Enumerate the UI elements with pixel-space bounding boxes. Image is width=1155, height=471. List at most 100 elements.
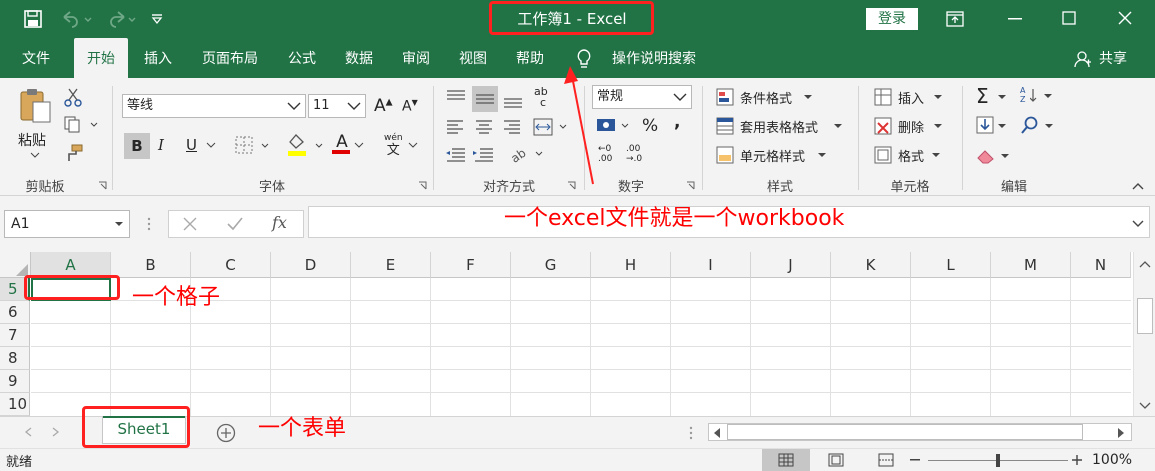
row-header-7[interactable]: 7 xyxy=(0,324,30,347)
font-launcher-icon[interactable] xyxy=(418,181,428,191)
page-break-view-icon[interactable] xyxy=(878,453,894,467)
cell-styles-icon[interactable] xyxy=(716,146,734,164)
zoom-slider-thumb[interactable] xyxy=(996,454,1000,467)
bold-button[interactable]: B xyxy=(124,133,150,159)
worksheet-grid[interactable]: A B C D E F G H I J K L M N 5 6 7 8 9 10 xyxy=(0,252,1155,416)
scroll-left-icon[interactable] xyxy=(713,428,721,438)
row-header-10[interactable]: 10 xyxy=(0,393,30,416)
font-size-select[interactable]: 11 xyxy=(308,94,366,118)
column-header-d[interactable]: D xyxy=(271,252,351,278)
format-as-table-icon[interactable] xyxy=(716,117,734,135)
find-select-icon[interactable] xyxy=(1020,116,1056,136)
tab-page-layout[interactable]: 页面布局 xyxy=(190,38,270,78)
undo-icon[interactable] xyxy=(60,10,94,28)
shrink-font-button[interactable]: A▼ xyxy=(402,98,418,115)
paste-icon[interactable] xyxy=(18,86,52,126)
italic-button[interactable]: I xyxy=(158,136,164,154)
column-header-c[interactable]: C xyxy=(191,252,271,278)
orientation-icon[interactable]: ab xyxy=(510,144,546,164)
cell-styles-button[interactable]: 单元格样式 xyxy=(740,146,805,165)
tab-data[interactable]: 数据 xyxy=(334,38,384,78)
copy-icon[interactable] xyxy=(64,116,100,134)
maximize-icon[interactable] xyxy=(1062,11,1076,25)
cancel-entry-icon[interactable] xyxy=(182,216,198,232)
insert-cells-dropdown-icon[interactable] xyxy=(934,95,942,100)
row-header-9[interactable]: 9 xyxy=(0,370,30,393)
column-header-k[interactable]: K xyxy=(831,252,911,278)
cell-styles-dropdown-icon[interactable] xyxy=(818,153,826,158)
indent-icons[interactable] xyxy=(444,146,508,164)
column-header-h[interactable]: H xyxy=(591,252,671,278)
paste-label[interactable]: 粘贴 xyxy=(18,130,46,150)
fill-color-icon[interactable] xyxy=(286,132,326,158)
fill-down-icon[interactable] xyxy=(976,116,1008,136)
conditional-formatting-icon[interactable] xyxy=(716,88,734,106)
scroll-up-icon[interactable] xyxy=(1139,260,1151,268)
tab-file[interactable]: 文件 xyxy=(10,38,62,78)
tab-review[interactable]: 审阅 xyxy=(392,38,440,78)
next-sheet-icon[interactable] xyxy=(52,427,60,437)
save-icon[interactable] xyxy=(24,10,42,28)
font-color-button[interactable]: A xyxy=(332,132,352,154)
zoom-in-icon[interactable] xyxy=(1072,455,1082,465)
expand-formula-bar-icon[interactable] xyxy=(1132,220,1144,228)
format-as-table-button[interactable]: 套用表格格式 xyxy=(740,117,818,136)
font-color-dropdown-icon[interactable] xyxy=(354,142,364,148)
delete-cells-button[interactable]: 删除 xyxy=(898,117,924,136)
name-box[interactable]: A1 xyxy=(4,210,130,238)
column-header-e[interactable]: E xyxy=(351,252,431,278)
decrease-decimal-button[interactable]: .00 →.0 xyxy=(626,144,642,164)
clear-icon[interactable] xyxy=(976,146,1012,166)
horizontal-align-icons[interactable] xyxy=(444,118,530,136)
customize-toolbar-icon[interactable] xyxy=(150,12,164,26)
delete-cells-dropdown-icon[interactable] xyxy=(934,124,942,129)
row-header-8[interactable]: 8 xyxy=(0,347,30,370)
underline-dropdown-icon[interactable] xyxy=(206,142,216,148)
login-button[interactable]: 登录 xyxy=(866,8,918,30)
phonetic-button[interactable]: wén 文 xyxy=(384,133,403,158)
wrap-text-button[interactable]: ab c xyxy=(534,86,548,108)
scroll-right-icon[interactable] xyxy=(1117,428,1125,438)
minimize-icon[interactable] xyxy=(1008,18,1022,20)
percent-button[interactable]: % xyxy=(642,116,658,136)
accounting-format-icon[interactable] xyxy=(596,116,632,136)
previous-sheet-icon[interactable] xyxy=(24,427,32,437)
grow-font-button[interactable]: A▲ xyxy=(374,96,393,116)
borders-icon[interactable] xyxy=(234,134,272,156)
font-name-select[interactable]: 等线 xyxy=(122,94,306,118)
insert-cells-icon[interactable] xyxy=(874,88,892,106)
tab-insert[interactable]: 插入 xyxy=(134,38,182,78)
zoom-out-icon[interactable] xyxy=(910,459,920,461)
format-cells-button[interactable]: 格式 xyxy=(898,146,924,165)
ribbon-display-options-icon[interactable] xyxy=(946,11,964,27)
page-layout-view-icon[interactable] xyxy=(828,453,844,467)
number-format-select[interactable]: 常规 xyxy=(592,85,692,109)
column-header-j[interactable]: J xyxy=(751,252,831,278)
conditional-formatting-dropdown-icon[interactable] xyxy=(804,95,812,100)
column-header-i[interactable]: I xyxy=(671,252,751,278)
autosum-dropdown-icon[interactable] xyxy=(998,95,1006,100)
insert-function-button[interactable]: fx xyxy=(272,213,287,232)
tab-home[interactable]: 开始 xyxy=(74,38,128,78)
zoom-level[interactable]: 100% xyxy=(1092,452,1132,468)
autosum-button[interactable]: Σ xyxy=(976,84,989,108)
scroll-down-icon[interactable] xyxy=(1139,402,1151,410)
underline-button[interactable]: U xyxy=(186,136,197,154)
insert-cells-button[interactable]: 插入 xyxy=(898,88,924,107)
conditional-formatting-button[interactable]: 条件格式 xyxy=(740,88,792,107)
cut-icon[interactable] xyxy=(64,88,82,108)
paste-dropdown-icon[interactable] xyxy=(30,152,40,158)
add-sheet-icon[interactable] xyxy=(216,423,236,443)
column-header-n[interactable]: N xyxy=(1071,252,1131,278)
confirm-entry-icon[interactable] xyxy=(226,216,244,232)
normal-view-button[interactable] xyxy=(762,449,810,471)
redo-icon[interactable] xyxy=(104,10,138,28)
vertical-align-icons[interactable] xyxy=(444,86,530,112)
column-header-l[interactable]: L xyxy=(911,252,991,278)
vertical-scroll-thumb[interactable] xyxy=(1137,298,1153,334)
format-as-table-dropdown-icon[interactable] xyxy=(834,124,842,129)
clipboard-launcher-icon[interactable] xyxy=(98,181,108,191)
horizontal-scrollbar[interactable] xyxy=(708,423,1132,441)
row-header-6[interactable]: 6 xyxy=(0,301,30,324)
tab-split-grip-icon[interactable] xyxy=(688,425,694,441)
